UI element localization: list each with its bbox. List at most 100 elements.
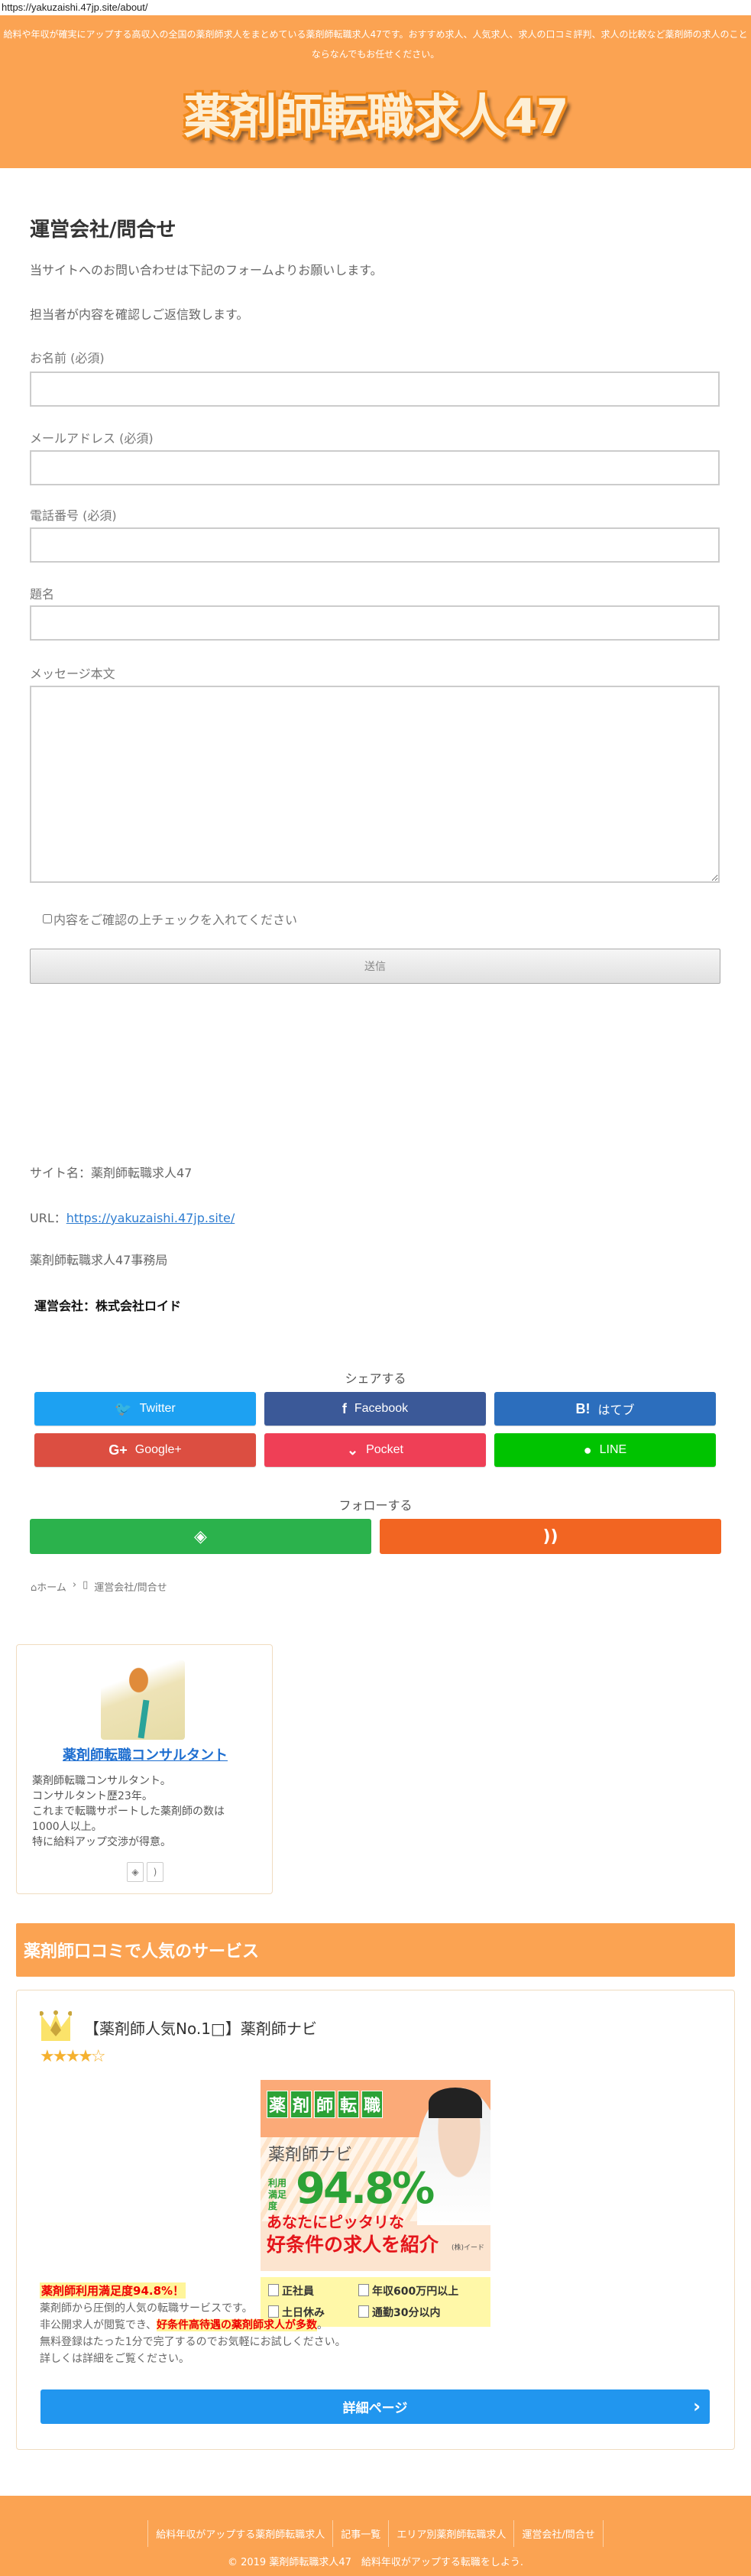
chevron-right-icon: › [693,2396,701,2417]
share-title: シェアする [345,1371,406,1386]
site-logo[interactable]: 薬剤師転職求人47 [0,78,751,147]
bio-line: 1000人以上。 [32,1821,102,1833]
breadcrumb-current: 運営会社/問合せ [94,1582,167,1594]
email-label: メールアドレス (必須) [30,431,154,446]
follow-rss-button[interactable]: )) [380,1519,721,1554]
desc-line: 無料登録はたった1分で完了するのでお気軽にお試しください。 [40,2336,346,2348]
share-buttons: 🐦 Twitter f Facebook B! はてブ G+ Google+ ⌄ Pock… [34,1392,716,1467]
footer-link[interactable]: 運営会社/問合せ [513,2520,604,2547]
banner-tag: 転 [338,2091,360,2118]
banner-util-label: 利用満足度 [268,2178,287,2211]
banner-tag: 職 [361,2091,384,2118]
feedly-icon[interactable]: ◈ [127,1862,144,1882]
banner-tags: 薬 剤 師 転 職 [267,2091,384,2118]
footer-link[interactable]: 記事一覧 [332,2520,388,2547]
service-banner[interactable]: 薬 剤 師 転 職 薬剤師ナビ 利用満足度 94.8% あなたにピッタリな 好条… [261,2080,490,2271]
banner-percent: 94.8% [296,2164,435,2214]
banner-line1: あなたにピッタリな [267,2213,404,2231]
name-label: お名前 (必須) [30,351,105,365]
service-description: 薬剤師から圧倒的人気の転職サービスです。 非公開求人が閲覧でき、好条件高待遇の薬… [40,2300,712,2367]
footer-link[interactable]: 給料年収がアップする薬剤師転職求人 [147,2520,332,2547]
bio-line: 特に給料アップ交渉が得意。 [32,1836,171,1848]
share-line-button[interactable]: ● LINE [494,1433,716,1467]
name-input[interactable] [30,371,720,407]
share-pocket-button[interactable]: ⌄ Pocket [264,1433,486,1467]
breadcrumb: ⌂ホーム › ▯ 運営会社/問合せ [31,1579,167,1594]
bio-line: コンサルタント歴23年。 [32,1790,153,1802]
confirm-label: 内容をご確認の上チェックを入れてください [53,913,298,927]
intro-text: 当サイトへのお問い合わせは下記のフォームよりお願いします。 [30,263,383,277]
author-card: 薬剤師転職コンサルタント 薬剤師転職コンサルタント。 コンサルタント歴23年。 … [16,1644,273,1894]
site-footer: 給料年収がアップする薬剤師転職求人 記事一覧 エリア別薬剤師転職求人 運営会社/… [0,2496,751,2576]
subject-input[interactable] [30,605,720,641]
url-text: URL：https://yakuzaishi.47jp.site/ [30,1208,235,1226]
share-label: Google+ [134,1443,182,1456]
page-icon: ▯ [83,1579,89,1591]
author-name-link[interactable]: 薬剤師転職コンサルタント [63,1747,228,1763]
star-rating: ★★★★☆ [40,2047,106,2066]
hatena-bookmark-icon: B! [575,1400,591,1416]
site-url-link[interactable]: https://yakuzaishi.47jp.site/ [66,1211,235,1225]
page-title: 運営会社/問合せ [30,219,176,242]
url-prefix: URL： [30,1211,66,1225]
author-follow-icons: ◈ ) [17,1862,274,1882]
follow-title: フォローする [338,1498,413,1513]
desc-text: 。 [317,2319,329,2331]
message-label: メッセージ本文 [30,667,115,681]
site-tagline: 給料や年収が確実にアップする高収入の全国の薬剤師求人をまとめている薬剤師転職求人… [3,29,748,60]
desc-line: 非公開求人が閲覧でき、好条件高待遇の薬剤師求人が多数。 [40,2317,712,2334]
share-twitter-button[interactable]: 🐦 Twitter [34,1392,256,1426]
copyright: © 2019 薬剤師転職求人47 給料年収がアップする転職をしよう. [227,2557,524,2568]
bio-line: これまで転職サポートした薬剤師の数は [32,1805,225,1818]
bio-line: 薬剤師転職コンサルタント。 [32,1775,171,1787]
banner-tag: 師 [314,2091,336,2118]
share-hatena-button[interactable]: B! はてブ [494,1392,716,1426]
facebook-icon: f [342,1400,347,1416]
email-input[interactable] [30,450,720,485]
site-name-text: サイト名：薬剤師転職求人47 [30,1166,193,1180]
share-label: Pocket [366,1443,403,1456]
rss-icon[interactable]: ) [147,1862,163,1882]
banner-line2: 好条件の求人を紹介 [267,2234,439,2256]
banner-tag: 剤 [290,2091,312,2118]
banner-tag: 薬 [267,2091,289,2118]
desc-line: 詳しくは詳細をご覧ください。 [40,2353,189,2365]
service-title: 【薬剤師人気No.1□】薬剤師ナビ [84,2020,317,2038]
share-facebook-button[interactable]: f Facebook [264,1392,486,1426]
breadcrumb-home[interactable]: ⌂ホーム [31,1579,66,1594]
banner-check: 年収600万円以上 [358,2283,483,2300]
confirm-checkbox[interactable] [43,914,52,923]
chevron-right-icon: › [72,1579,77,1591]
footer-nav: 給料年収がアップする薬剤師転職求人 記事一覧 エリア別薬剤師転職求人 運営会社/… [0,2520,751,2547]
feedly-icon: ◈ [194,1526,207,1546]
share-label: LINE [599,1443,627,1456]
share-label: Twitter [139,1402,176,1415]
desc-line: 薬剤師から圧倒的人気の転職サービスです。 [40,2302,253,2315]
twitter-icon: 🐦 [115,1400,132,1416]
follow-feedly-button[interactable]: ◈ [30,1519,371,1554]
submit-button[interactable]: 送信 [30,949,720,984]
rss-icon: )) [542,1526,558,1546]
site-header: 給料や年収が確実にアップする高収入の全国の薬剤師求人をまとめている薬剤師転職求人… [0,15,751,168]
banner-brand: 薬剤師ナビ [268,2146,353,2165]
phone-input[interactable] [30,527,720,563]
author-name-wrap: 薬剤師転職コンサルタント [17,1744,274,1764]
google-plus-icon: G+ [108,1442,128,1458]
subject-label: 題名 [30,587,55,602]
detail-button-label: 詳細ページ [342,2401,408,2416]
author-bio: 薬剤師転職コンサルタント。 コンサルタント歴23年。 これまで転職サポートした薬… [32,1773,261,1850]
breadcrumb-home-label: ホーム [37,1582,66,1594]
pocket-icon: ⌄ [346,1442,359,1458]
desc-highlight: 好条件高待遇の薬剤師求人が多数 [157,2319,318,2331]
share-google-plus-button[interactable]: G+ Google+ [34,1433,256,1467]
crown-icon [40,2010,72,2041]
browser-url[interactable]: https://yakuzaishi.47jp.site/about/ [2,2,148,13]
desc-text: 非公開求人が閲覧でき、 [40,2319,157,2331]
service-highlight: 薬剤師利用満足度94.8%！ [40,2282,186,2299]
footer-link[interactable]: エリア別薬剤師転職求人 [388,2520,513,2547]
detail-page-button[interactable]: 詳細ページ › [40,2389,710,2424]
office-text: 薬剤師転職求人47事務局 [30,1253,168,1267]
message-textarea[interactable] [30,686,720,883]
avatar [101,1660,185,1740]
company-text: 運営会社：株式会社ロイド [34,1299,182,1313]
